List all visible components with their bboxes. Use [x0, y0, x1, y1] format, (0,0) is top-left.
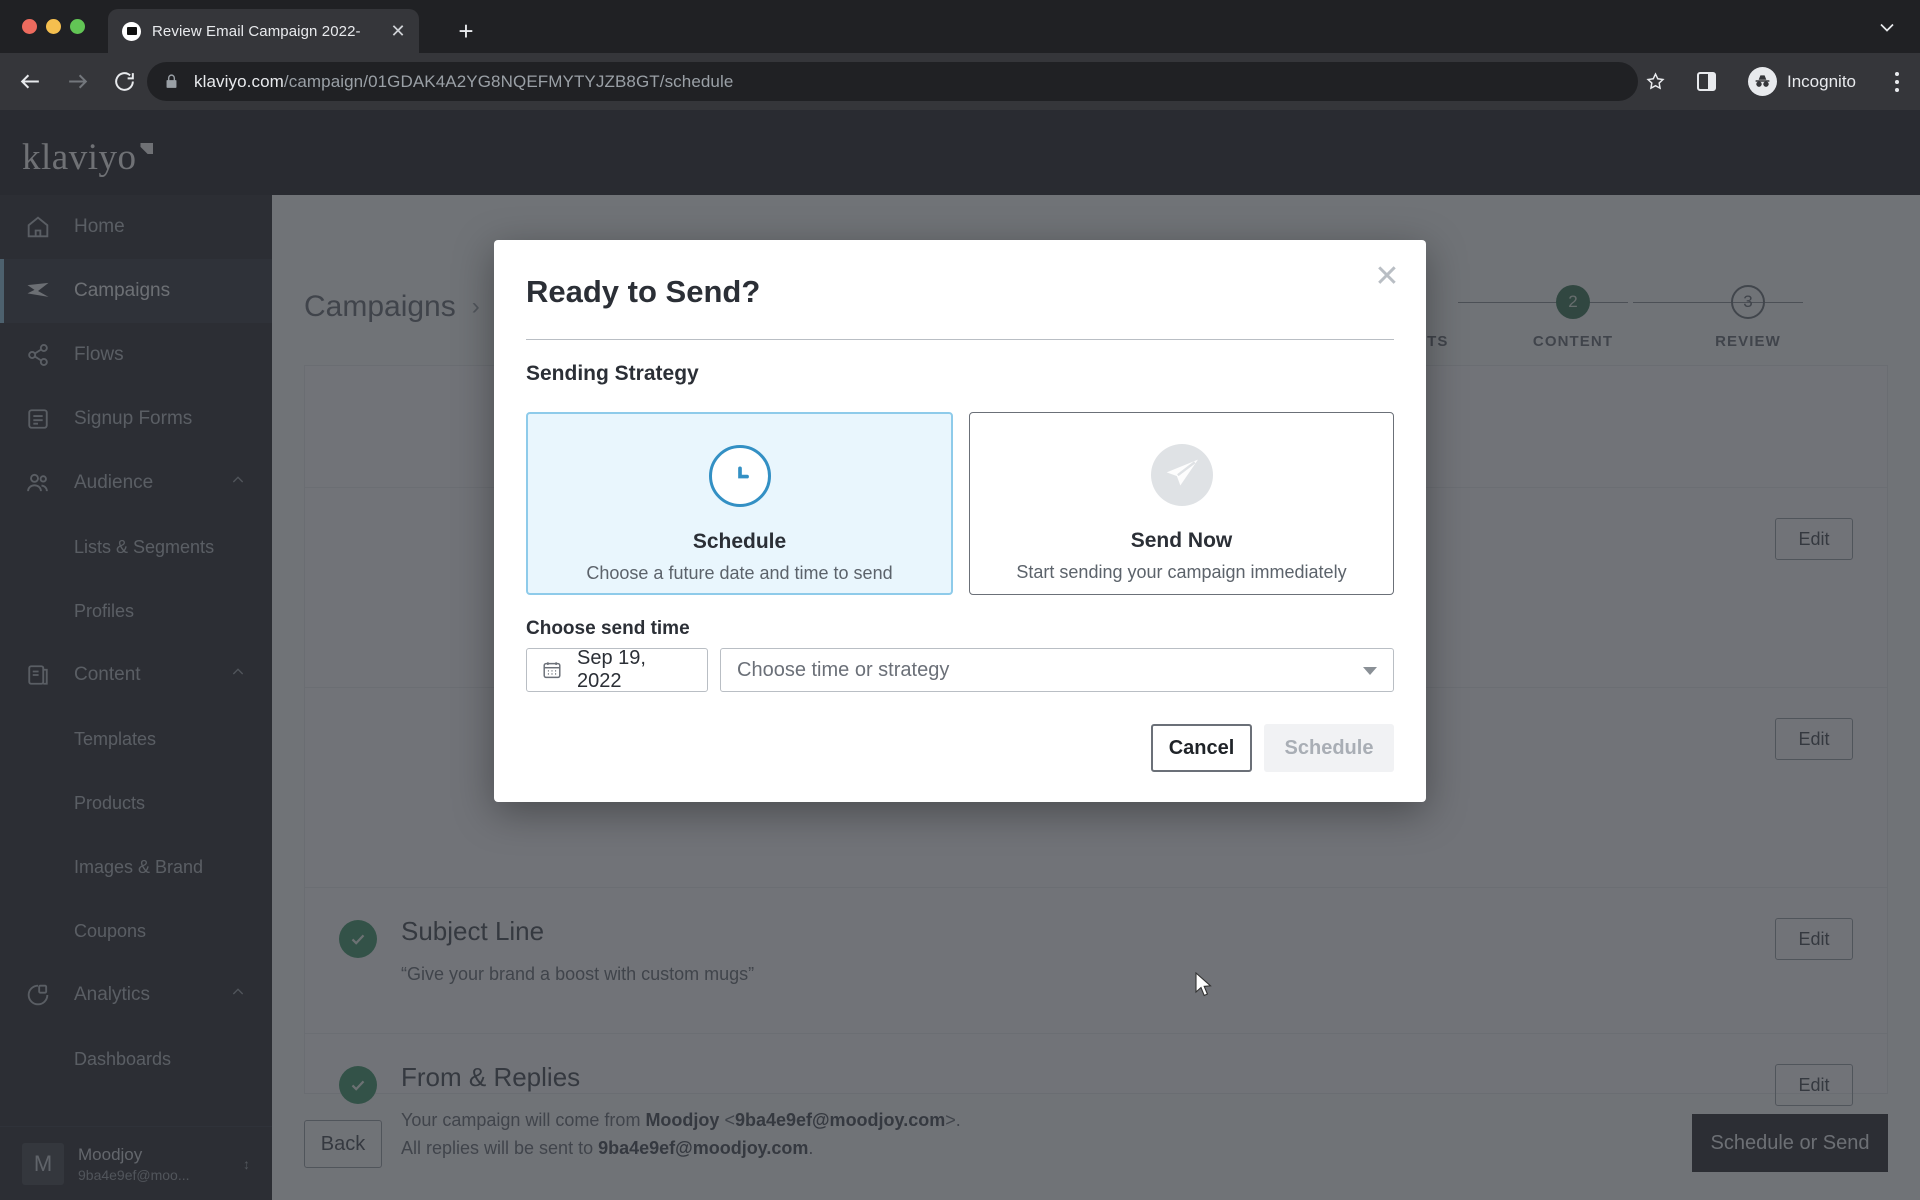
send-time-row: Sep 19, 2022 Choose time or strategy — [526, 647, 1394, 692]
reload-icon[interactable] — [107, 65, 141, 99]
browser-tabstrip: Review Email Campaign 2022- ✕ + — [0, 0, 1920, 53]
divider — [526, 339, 1394, 340]
window-maximize-button[interactable] — [70, 19, 85, 34]
mouse-cursor — [1195, 971, 1213, 998]
date-picker-field[interactable]: Sep 19, 2022 — [526, 647, 708, 692]
strategy-option-desc: Start sending your campaign immediately — [1016, 562, 1347, 582]
chevron-down-icon[interactable] — [1363, 667, 1377, 675]
browser-tab-title: Review Email Campaign 2022- — [152, 22, 361, 40]
strategy-option-schedule[interactable]: Schedule Choose a future date and time t… — [526, 412, 953, 595]
star-icon[interactable] — [1645, 71, 1666, 92]
modal-actions: Cancel Schedule — [1151, 724, 1394, 772]
arrow-right-icon — [60, 65, 94, 99]
paper-plane-icon — [1150, 444, 1213, 506]
incognito-profile-chip[interactable]: Incognito — [1736, 64, 1868, 99]
strategy-option-send-now[interactable]: Send Now Start sending your campaign imm… — [969, 412, 1394, 595]
url-domain: klaviyo.com — [194, 71, 284, 91]
schedule-button[interactable]: Schedule — [1264, 724, 1394, 772]
incognito-label: Incognito — [1787, 71, 1856, 91]
time-strategy-select[interactable]: Choose time or strategy — [720, 648, 1394, 692]
strategy-option-title: Schedule — [692, 530, 787, 553]
side-panel-icon[interactable] — [1697, 72, 1716, 91]
address-bar[interactable]: klaviyo.com/campaign/01GDAK4A2YG8NQEFMYT… — [147, 62, 1638, 101]
klaviyo-favicon-icon — [122, 21, 141, 41]
calendar-icon — [541, 659, 563, 681]
choose-send-time-label: Choose send time — [526, 618, 690, 639]
window-minimize-button[interactable] — [46, 19, 61, 34]
ready-to-send-modal: ✕ Ready to Send? Sending Strategy Schedu… — [494, 240, 1426, 802]
kebab-menu-icon[interactable] — [1895, 72, 1900, 92]
browser-window: Review Email Campaign 2022- ✕ + klaviyo.… — [0, 0, 1920, 1200]
lock-icon — [163, 73, 180, 90]
close-icon[interactable]: ✕ — [1370, 260, 1404, 294]
window-traffic-lights — [22, 19, 85, 34]
browser-tab[interactable]: Review Email Campaign 2022- ✕ — [108, 9, 419, 53]
incognito-icon — [1748, 67, 1777, 96]
window-close-button[interactable] — [22, 19, 37, 34]
date-picker-value: Sep 19, 2022 — [577, 647, 646, 692]
address-bar-url: klaviyo.com/campaign/01GDAK4A2YG8NQEFMYT… — [194, 72, 733, 92]
sending-strategy-options: Schedule Choose a future date and time t… — [526, 412, 1394, 595]
modal-title: Ready to Send? — [526, 274, 761, 309]
clock-icon — [708, 445, 771, 507]
browser-toolbar: klaviyo.com/campaign/01GDAK4A2YG8NQEFMYT… — [0, 53, 1920, 110]
strategy-option-desc: Choose a future date and time to send — [586, 563, 893, 583]
arrow-left-icon[interactable] — [13, 65, 47, 99]
url-path: /campaign/01GDAK4A2YG8NQEFMYTYJZB8GT/sch… — [283, 71, 734, 91]
strategy-option-title: Send Now — [1130, 529, 1233, 552]
new-tab-button[interactable]: + — [452, 18, 480, 48]
cancel-button[interactable]: Cancel — [1151, 724, 1252, 772]
close-icon[interactable]: ✕ — [387, 20, 409, 42]
time-strategy-placeholder: Choose time or strategy — [737, 658, 950, 681]
chevron-down-icon[interactable] — [1876, 16, 1898, 43]
sending-strategy-heading: Sending Strategy — [526, 362, 699, 385]
